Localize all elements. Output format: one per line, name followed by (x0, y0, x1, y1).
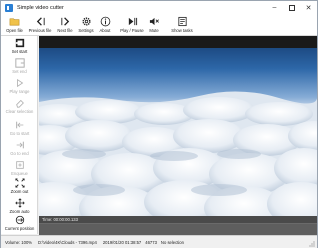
enqueue-icon (15, 161, 24, 169)
show-tasks-label: Show tasks (171, 28, 193, 33)
title-bar[interactable]: Simple video cutter – ✕ (1, 1, 317, 14)
status-file-path: D:\Video\4K\Clouds - 7396.mp4 (38, 239, 97, 245)
app-window: Simple video cutter – ✕ Open file Previo… (0, 0, 318, 248)
timeline-track[interactable] (39, 223, 317, 235)
play-pause-label: Play / Pause (120, 28, 144, 33)
clear-selection-label: Clear selection (5, 109, 34, 114)
current-time-label: Time: 00:00:00.133 (42, 217, 78, 222)
previous-file-label: Previous file (28, 28, 52, 33)
minimize-icon: – (272, 4, 277, 11)
enqueue-label: Enqueue (11, 171, 28, 176)
play-pause-button[interactable]: Play / Pause (119, 14, 145, 36)
zoom-auto-label: Zoom auto (9, 209, 30, 214)
eraser-icon (15, 99, 24, 108)
resize-grip-icon[interactable] (309, 241, 315, 247)
set-end-button[interactable]: Set end (1, 58, 38, 74)
maximize-icon (288, 4, 295, 11)
status-volume: Volume: 100% (5, 239, 33, 245)
enqueue-button[interactable]: Enqueue (1, 160, 38, 176)
close-button[interactable]: ✕ (300, 1, 317, 14)
folder-icon (9, 18, 20, 26)
next-file-icon (60, 17, 69, 26)
zoom-auto-button[interactable]: Zoom auto (1, 198, 38, 214)
open-file-label: Open file (6, 28, 23, 33)
next-file-button[interactable]: Next file (55, 14, 75, 36)
status-size: 46773 (145, 239, 157, 245)
set-start-icon (15, 38, 24, 48)
speaker-mute-icon (149, 17, 159, 26)
open-file-button[interactable]: Open file (5, 14, 24, 36)
close-icon: ✕ (305, 4, 312, 12)
current-position-label: Current position (4, 226, 35, 231)
current-position-icon (15, 215, 24, 225)
gear-icon (81, 17, 91, 26)
timeline[interactable]: Time: 00:00:00.133 (39, 216, 317, 235)
mute-label: Mute (149, 28, 159, 33)
settings-label: Settings (78, 28, 94, 33)
maximize-button[interactable] (283, 1, 300, 14)
go-to-end-button[interactable]: Go to end (1, 140, 38, 156)
tasks-icon (177, 16, 187, 27)
settings-button[interactable]: Settings (77, 14, 95, 36)
minimize-button[interactable]: – (266, 1, 283, 14)
mute-button[interactable]: Mute (147, 14, 161, 36)
next-file-label: Next file (57, 28, 73, 33)
video-frame-clouds (39, 36, 317, 216)
app-icon (5, 3, 13, 12)
zoom-out-button[interactable]: Zoom out (1, 178, 38, 194)
zoom-out-icon (14, 178, 25, 188)
status-selection: No selection (160, 239, 184, 245)
play-range-label: Play range (9, 89, 30, 94)
current-position-button[interactable]: Current position (1, 215, 38, 231)
play-range-button[interactable]: Play range (1, 78, 38, 94)
previous-file-icon (36, 17, 45, 26)
side-toolbar: Set start Set end Play range Clear selec… (1, 36, 38, 234)
set-end-icon (14, 58, 25, 68)
show-tasks-button[interactable]: Show tasks (170, 14, 194, 36)
zoom-auto-icon (14, 198, 25, 208)
about-button[interactable]: About (97, 14, 113, 36)
status-bar: Volume: 100% D:\Video\4K\Clouds - 7396.m… (1, 235, 317, 248)
status-date: 2019/01/20 01:38:57 (102, 239, 142, 245)
about-label: About (99, 28, 111, 33)
go-to-end-label: Go to end (10, 151, 29, 156)
set-end-label: Set end (12, 69, 27, 74)
previous-file-button[interactable]: Previous file (27, 14, 53, 36)
clear-selection-button[interactable]: Clear selection (1, 98, 38, 114)
go-to-start-button[interactable]: Go to start (1, 120, 38, 136)
info-icon (100, 16, 110, 27)
go-to-start-icon (15, 121, 23, 129)
zoom-out-label: Zoom out (10, 189, 29, 194)
go-to-start-label: Go to start (9, 131, 30, 136)
toolbar: Open file Previous file Next file Settin… (1, 14, 317, 36)
video-preview[interactable] (39, 36, 317, 216)
set-start-button[interactable]: Set start (1, 38, 38, 54)
window-title: Simple video cutter (17, 4, 64, 11)
play-pause-icon (128, 17, 137, 26)
play-range-icon (16, 78, 23, 88)
set-start-label: Set start (11, 49, 28, 54)
go-to-end-icon (16, 141, 24, 149)
